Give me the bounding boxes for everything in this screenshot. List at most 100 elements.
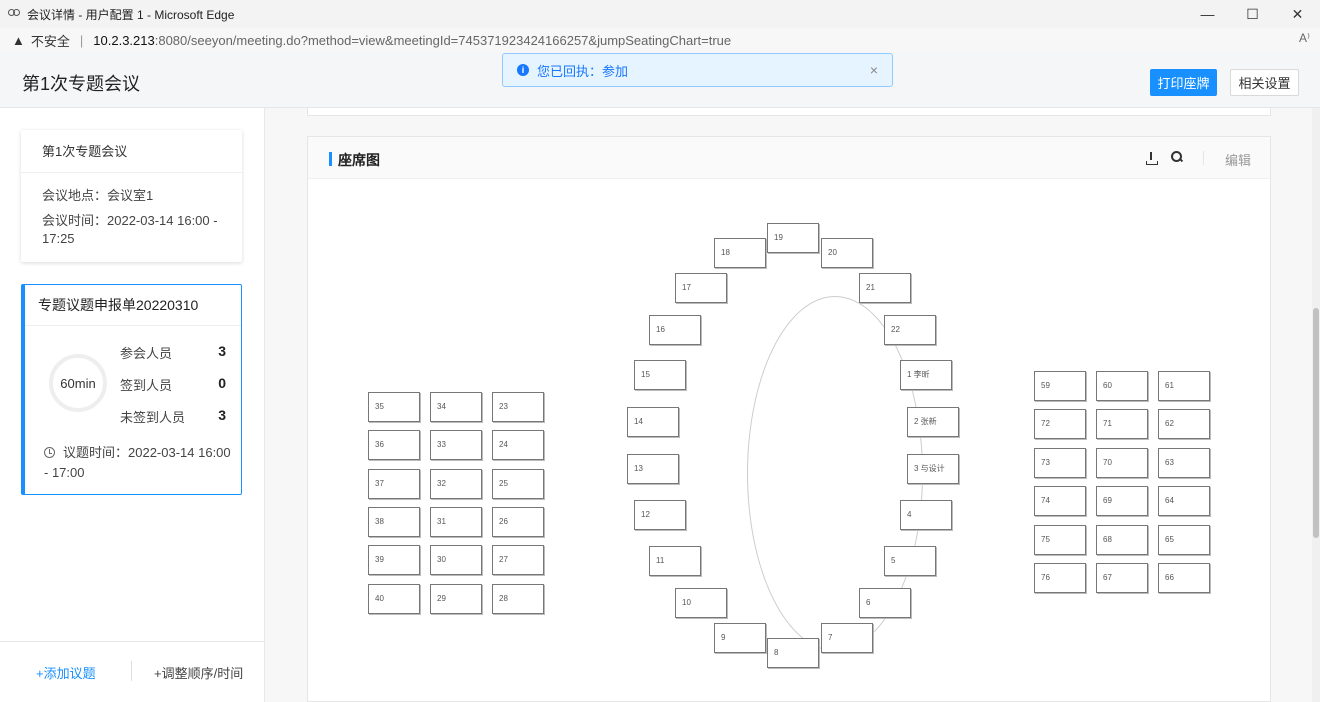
seat-36[interactable]: 27 <box>492 545 544 575</box>
seating-title: 座席图 <box>338 152 380 168</box>
scrollbar-thumb[interactable] <box>1313 308 1319 538</box>
url-host[interactable]: 10.2.3.213 <box>93 33 154 48</box>
seat-52[interactable]: 75 <box>1034 525 1086 555</box>
seat-55[interactable]: 76 <box>1034 563 1086 593</box>
topic-time: 议题时间：2022-03-14 16:00 - 17:00 <box>44 443 234 483</box>
seat-24[interactable]: 23 <box>492 392 544 422</box>
seat-42[interactable]: 61 <box>1158 371 1210 401</box>
seat-17[interactable]: 10 <box>675 588 727 618</box>
close-window-icon[interactable]: ✕ <box>1275 0 1320 28</box>
stat-attendees: 参会人员 3 <box>120 343 230 362</box>
seat-16[interactable]: 5 <box>884 546 936 576</box>
seat-50[interactable]: 69 <box>1096 486 1148 516</box>
seat-47[interactable]: 70 <box>1096 448 1148 478</box>
seat-30[interactable]: 25 <box>492 469 544 499</box>
related-settings-button[interactable]: 相关设置 <box>1230 69 1299 96</box>
add-topic-link[interactable]: +添加议题 <box>36 663 96 682</box>
read-aloud-icon[interactable]: A⁾ <box>1299 31 1310 45</box>
seat-26[interactable]: 33 <box>430 430 482 460</box>
seat-57[interactable]: 66 <box>1158 563 1210 593</box>
warning-icon[interactable]: ▲ <box>12 33 25 48</box>
seat-1[interactable]: 18 <box>714 238 766 268</box>
users-icon <box>7 7 21 21</box>
seat-39[interactable]: 28 <box>492 584 544 614</box>
seat-8[interactable]: 1 李昕 <box>900 360 952 390</box>
seat-9[interactable]: 14 <box>627 407 679 437</box>
seat-43[interactable]: 72 <box>1034 409 1086 439</box>
clock-icon <box>44 447 55 458</box>
stat-not-signed-in: 未签到人员 3 <box>120 407 230 426</box>
seat-5[interactable]: 16 <box>649 315 701 345</box>
seat-27[interactable]: 24 <box>492 430 544 460</box>
stat-signed-in: 签到人员 0 <box>120 375 230 394</box>
seat-19[interactable]: 9 <box>714 623 766 653</box>
seat-45[interactable]: 62 <box>1158 409 1210 439</box>
meeting-time: 会议时间：2022-03-14 16:00 - 17:25 <box>42 213 218 246</box>
stat-label: 参会人员 <box>120 346 173 361</box>
seat-4[interactable]: 21 <box>859 273 911 303</box>
seat-53[interactable]: 68 <box>1096 525 1148 555</box>
topic-title: 专题议题申报单20220310 <box>25 285 241 326</box>
seat-35[interactable]: 30 <box>430 545 482 575</box>
seat-3[interactable]: 17 <box>675 273 727 303</box>
url-path[interactable]: :8080/seeyon/meeting.do?method=view&meet… <box>155 33 731 48</box>
seat-23[interactable]: 34 <box>430 392 482 422</box>
seat-2[interactable]: 20 <box>821 238 873 268</box>
stat-value: 3 <box>218 407 226 423</box>
meeting-info-card: 第1次专题会议 会议地点：会议室1 会议时间：2022-03-14 16:00 … <box>21 130 242 262</box>
seat-40[interactable]: 59 <box>1034 371 1086 401</box>
topic-card[interactable]: 专题议题申报单20220310 60min 参会人员 3 签到人员 0 未签到人… <box>21 284 242 495</box>
seat-25[interactable]: 36 <box>368 430 420 460</box>
duration-ring: 60min <box>49 354 107 412</box>
seat-28[interactable]: 37 <box>368 469 420 499</box>
seat-46[interactable]: 73 <box>1034 448 1086 478</box>
adjust-order-link[interactable]: +调整顺序/时间 <box>154 663 243 682</box>
seat-12[interactable]: 3 与设计 <box>907 454 959 484</box>
window-title: 会议详情 - 用户配置 1 - Microsoft Edge <box>27 7 235 22</box>
seat-51[interactable]: 64 <box>1158 486 1210 516</box>
seat-0[interactable]: 19 <box>767 223 819 253</box>
seat-32[interactable]: 31 <box>430 507 482 537</box>
seat-44[interactable]: 71 <box>1096 409 1148 439</box>
notification-message: 您已回执：参加 <box>537 63 629 79</box>
address-bar[interactable]: ▲ 不安全 | 10.2.3.213:8080/seeyon/meeting.d… <box>0 28 1320 52</box>
seat-31[interactable]: 38 <box>368 507 420 537</box>
seat-22[interactable]: 35 <box>368 392 420 422</box>
info-icon: i <box>517 64 529 76</box>
footer-divider <box>131 661 132 681</box>
main-content: 座席图 编辑 19 18 20 17 21 16 22 15 1 李昕 14 2 张新 13 3 与设计… <box>265 108 1312 702</box>
search-icon[interactable] <box>1171 151 1183 163</box>
download-icon[interactable] <box>1145 151 1158 165</box>
previous-panel <box>307 108 1271 116</box>
address-divider: | <box>79 32 84 48</box>
seat-14[interactable]: 4 <box>900 500 952 530</box>
seat-21[interactable]: 8 <box>767 638 819 668</box>
seat-34[interactable]: 39 <box>368 545 420 575</box>
browser-title-bar: 会议详情 - 用户配置 1 - Microsoft Edge — ☐ ✕ <box>0 0 1320 28</box>
seat-11[interactable]: 13 <box>627 454 679 484</box>
seat-49[interactable]: 74 <box>1034 486 1086 516</box>
seat-41[interactable]: 60 <box>1096 371 1148 401</box>
seat-37[interactable]: 40 <box>368 584 420 614</box>
seat-20[interactable]: 7 <box>821 623 873 653</box>
duration-label: 60min <box>60 375 96 391</box>
seat-29[interactable]: 32 <box>430 469 482 499</box>
seat-15[interactable]: 11 <box>649 546 701 576</box>
maximize-icon[interactable]: ☐ <box>1230 0 1275 28</box>
seat-56[interactable]: 67 <box>1096 563 1148 593</box>
seat-38[interactable]: 29 <box>430 584 482 614</box>
seat-13[interactable]: 12 <box>634 500 686 530</box>
edit-button[interactable]: 编辑 <box>1225 150 1251 169</box>
print-seat-cards-button[interactable]: 打印座牌 <box>1150 69 1217 96</box>
stat-label: 签到人员 <box>120 378 173 393</box>
seat-6[interactable]: 22 <box>884 315 936 345</box>
security-label[interactable]: 不安全 <box>31 31 70 50</box>
minimize-icon[interactable]: — <box>1185 0 1230 28</box>
seat-48[interactable]: 63 <box>1158 448 1210 478</box>
close-icon[interactable]: × <box>870 62 878 78</box>
seat-33[interactable]: 26 <box>492 507 544 537</box>
seat-18[interactable]: 6 <box>859 588 911 618</box>
seat-54[interactable]: 65 <box>1158 525 1210 555</box>
seat-10[interactable]: 2 张新 <box>907 407 959 437</box>
seat-7[interactable]: 15 <box>634 360 686 390</box>
